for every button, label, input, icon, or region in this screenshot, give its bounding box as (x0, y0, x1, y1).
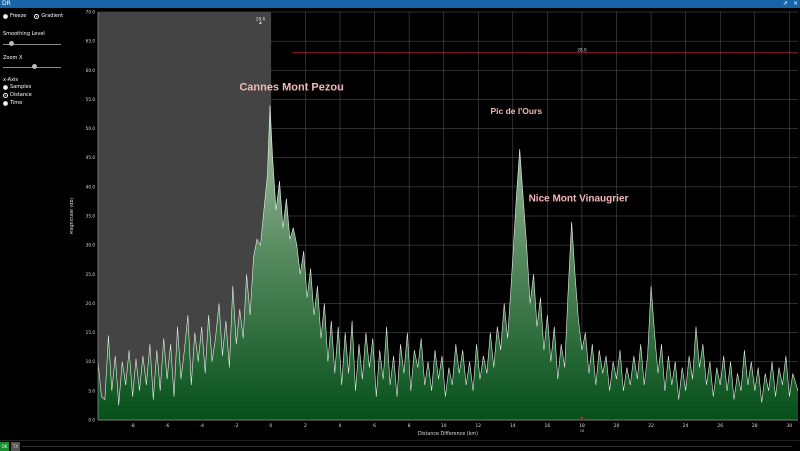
control-sidebar: Freeze Gradient Smoothing Level Zoom X x… (0, 8, 70, 440)
xaxis-label: x-Axis (3, 77, 19, 83)
zoom-slider[interactable] (3, 64, 61, 70)
y-axis-title: Magnitude (dB) (70, 197, 75, 234)
zoom-label: Zoom X (3, 55, 23, 61)
peak-annotation: Nice Mont Vinaugrier (529, 193, 629, 204)
x-tick-label: 14 (510, 423, 516, 429)
peak-marker-label: 28.6 (256, 17, 266, 22)
x-tick-label: 22 (648, 423, 654, 429)
gradient-label: Gradient (41, 13, 64, 19)
xaxis-option-samples[interactable]: Samples (3, 84, 31, 90)
cursor-marker-label: 18 (580, 429, 584, 433)
freeze-toggle[interactable]: Freeze Gradient (3, 13, 63, 19)
y-tick-label: 65.0 (86, 39, 96, 44)
y-tick-label: 25.0 (86, 272, 96, 277)
x-tick-label: 4 (339, 423, 342, 429)
peak-annotation: Cannes Mont Pezou (239, 82, 344, 94)
y-tick-label: 15.0 (86, 330, 96, 335)
x-tick-label: 30 (786, 423, 792, 429)
ok-indicator[interactable]: OK (0, 442, 9, 451)
status-divider (22, 446, 792, 447)
y-tick-label: 20.0 (86, 301, 96, 306)
x-tick-label: 26 (717, 423, 723, 429)
restore-icon[interactable]: ⇗ (783, 0, 788, 7)
y-tick-label: 35.0 (86, 214, 96, 219)
status-bar: OK TX (0, 440, 800, 451)
y-tick-label: 0.0 (88, 418, 95, 423)
x-tick-label: 6 (373, 423, 376, 429)
threshold-label: 28.0 (577, 47, 587, 52)
x-tick-label: 8 (408, 423, 411, 429)
y-tick-label: 10.0 (86, 359, 96, 364)
xaxis-option-distance[interactable]: Distance (3, 92, 32, 98)
x-tick-label: 2 (304, 423, 307, 429)
peak-annotation: Pic de l'Ours (490, 106, 542, 116)
xaxis-option-label: Samples (10, 84, 32, 90)
freeze-label: Freeze (10, 13, 27, 19)
secondary-indicator[interactable]: TX (11, 442, 20, 451)
y-tick-label: 60.0 (86, 68, 96, 73)
y-tick-label: 50.0 (86, 126, 96, 131)
gradient-radio-icon[interactable] (34, 13, 40, 19)
smoothing-slider[interactable] (3, 41, 61, 47)
x-axis-title: Distance Difference (km) (418, 431, 478, 437)
distance-radio-icon[interactable] (3, 92, 8, 98)
time-radio-icon[interactable] (3, 100, 8, 106)
window-title: DR (2, 0, 11, 7)
x-tick-label: -2 (234, 423, 239, 429)
xaxis-option-time[interactable]: Time (3, 100, 22, 106)
x-tick-label: 20 (614, 423, 620, 429)
y-tick-label: 40.0 (86, 184, 96, 189)
xaxis-option-label: Distance (10, 92, 32, 98)
x-tick-label: 12 (475, 423, 481, 429)
window-controls: ⇗ × (780, 0, 798, 8)
x-tick-label: -8 (130, 423, 135, 429)
y-tick-label: 5.0 (88, 388, 95, 393)
y-tick-label: 55.0 (86, 97, 96, 102)
magnitude-chart[interactable]: 0.0 5.0 10.0 15.0 20.0 25.0 30.0 35.0 40.0 45.0 50… (70, 8, 800, 440)
x-tick-label: 0 (269, 423, 272, 429)
xaxis-option-label: Time (10, 100, 23, 106)
x-tick-label: -4 (199, 423, 204, 429)
y-tick-label: 30.0 (86, 243, 96, 248)
title-bar: DR ⇗ × (0, 0, 800, 8)
peak-annotations: Cannes Mont Pezou Pic de l'Ours Nice Mont … (239, 82, 628, 205)
y-tick-label: 45.0 (86, 155, 96, 160)
close-icon[interactable]: × (793, 0, 798, 7)
x-tick-label: 16 (545, 423, 551, 429)
y-tick-label: 70.0 (86, 10, 96, 15)
x-tick-label: -6 (165, 423, 170, 429)
zoom-thumb[interactable] (32, 64, 38, 69)
freeze-radio-icon[interactable] (3, 13, 8, 19)
smoothing-label: Smoothing Level (3, 31, 45, 37)
x-tick-label: 24 (683, 423, 689, 429)
samples-radio-icon[interactable] (3, 84, 8, 90)
smoothing-thumb[interactable] (9, 41, 15, 46)
x-tick-label: 28 (752, 423, 758, 429)
x-tick-label: 10 (441, 423, 447, 429)
